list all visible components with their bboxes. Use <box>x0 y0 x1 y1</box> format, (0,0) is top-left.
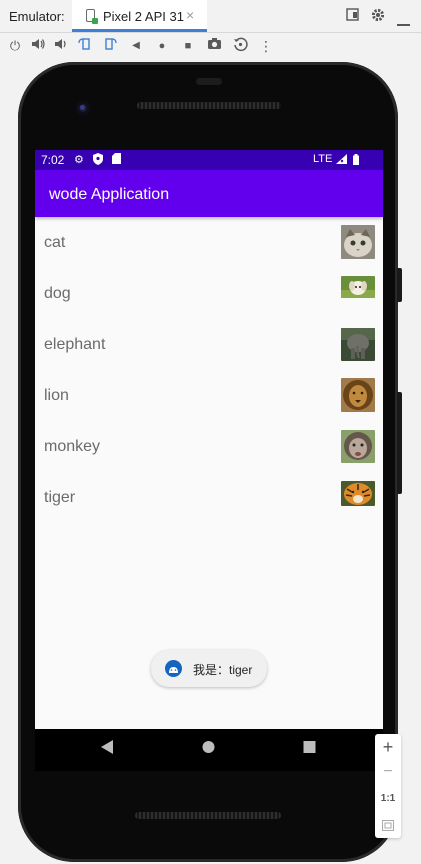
signal-icon <box>336 154 347 167</box>
top-speaker-grille <box>137 102 281 109</box>
monkey-thumbnail <box>341 430 375 463</box>
nav-overview-icon[interactable] <box>303 740 316 759</box>
list-item-cat[interactable]: cat <box>35 217 383 268</box>
rotate-right-icon[interactable] <box>101 37 119 55</box>
settings-gear-icon[interactable] <box>371 8 385 25</box>
minimize-icon[interactable] <box>397 14 410 30</box>
device-icon <box>86 9 98 24</box>
volume-down-icon[interactable] <box>52 37 70 55</box>
app-bar: wode Application <box>35 170 383 217</box>
android-app-icon <box>165 660 182 677</box>
toast-message: 我是：tiger <box>151 650 267 687</box>
cat-thumbnail <box>341 225 375 259</box>
bottom-speaker-grille <box>135 812 281 819</box>
list-item-label: monkey <box>44 438 101 455</box>
list-item-dog[interactable]: dog <box>35 268 383 319</box>
actual-size-button[interactable]: 1:1 <box>375 793 401 804</box>
battery-icon <box>353 154 359 168</box>
list-item-lion[interactable]: lion <box>35 370 383 421</box>
lion-thumbnail <box>341 378 375 412</box>
tiger-thumbnail <box>341 481 375 506</box>
list-item-monkey[interactable]: monkey <box>35 421 383 472</box>
zoom-out-button[interactable]: − <box>375 763 401 781</box>
home-icon[interactable]: ● <box>153 37 171 55</box>
network-type: LTE <box>313 153 333 165</box>
front-camera-icon <box>76 101 90 115</box>
back-icon[interactable]: ◀ <box>127 37 145 55</box>
overview-icon[interactable]: ■ <box>179 37 197 55</box>
elephant-thumbnail <box>341 328 375 361</box>
android-navigation-bar <box>35 729 383 771</box>
rotate-left-icon[interactable] <box>76 37 94 55</box>
power-icon[interactable]: ⏻ <box>6 37 24 55</box>
list-item-label: dog <box>44 285 71 302</box>
list-item-elephant[interactable]: elephant <box>35 319 383 370</box>
app-title: wode Application <box>49 186 170 203</box>
tab-label: Pixel 2 API 31 <box>103 9 184 24</box>
list-item-label: tiger <box>44 489 76 506</box>
list-item-label: lion <box>44 387 69 404</box>
tab-pixel-2-api-31[interactable]: Pixel 2 API 31 × <box>72 0 207 32</box>
nav-back-icon[interactable] <box>101 740 114 759</box>
status-bar: 7:02 ⚙ LTE <box>35 150 383 170</box>
device-screen: 7:02 ⚙ LTE wode Application cat dog elep… <box>35 150 383 729</box>
power-side-button[interactable] <box>397 268 402 302</box>
dog-thumbnail <box>341 276 375 298</box>
toast-text: 我是：tiger <box>193 663 253 677</box>
screenshot-icon[interactable] <box>205 37 223 55</box>
status-time: 7:02 <box>41 153 65 167</box>
settings-status-icon: ⚙ <box>74 154 84 166</box>
earpiece-slot <box>196 78 222 85</box>
animal-list: cat dog elephant lion monkey tiger <box>35 217 383 523</box>
volume-side-button[interactable] <box>397 392 402 494</box>
emulator-toolbar: ⏻ ◀ ● ■ ⋮ <box>0 33 421 59</box>
fit-screen-icon[interactable] <box>375 818 401 836</box>
tab-close-icon[interactable]: × <box>186 7 194 23</box>
shield-status-icon <box>93 153 103 168</box>
list-item-label: cat <box>44 234 66 251</box>
window-layout-icon[interactable] <box>346 8 359 24</box>
volume-up-icon[interactable] <box>29 37 47 55</box>
emulator-title: Emulator: <box>9 9 65 24</box>
emulator-tab-bar: Emulator: Pixel 2 API 31 × <box>0 0 421 33</box>
snapshot-icon[interactable] <box>231 37 249 55</box>
zoom-in-button[interactable]: + <box>375 737 401 758</box>
zoom-controls: + − 1:1 <box>375 734 401 838</box>
more-icon[interactable]: ⋮ <box>257 37 275 55</box>
list-item-tiger[interactable]: tiger <box>35 472 383 523</box>
list-item-label: elephant <box>44 336 106 353</box>
sd-card-status-icon <box>112 153 121 167</box>
nav-home-icon[interactable] <box>202 740 215 759</box>
